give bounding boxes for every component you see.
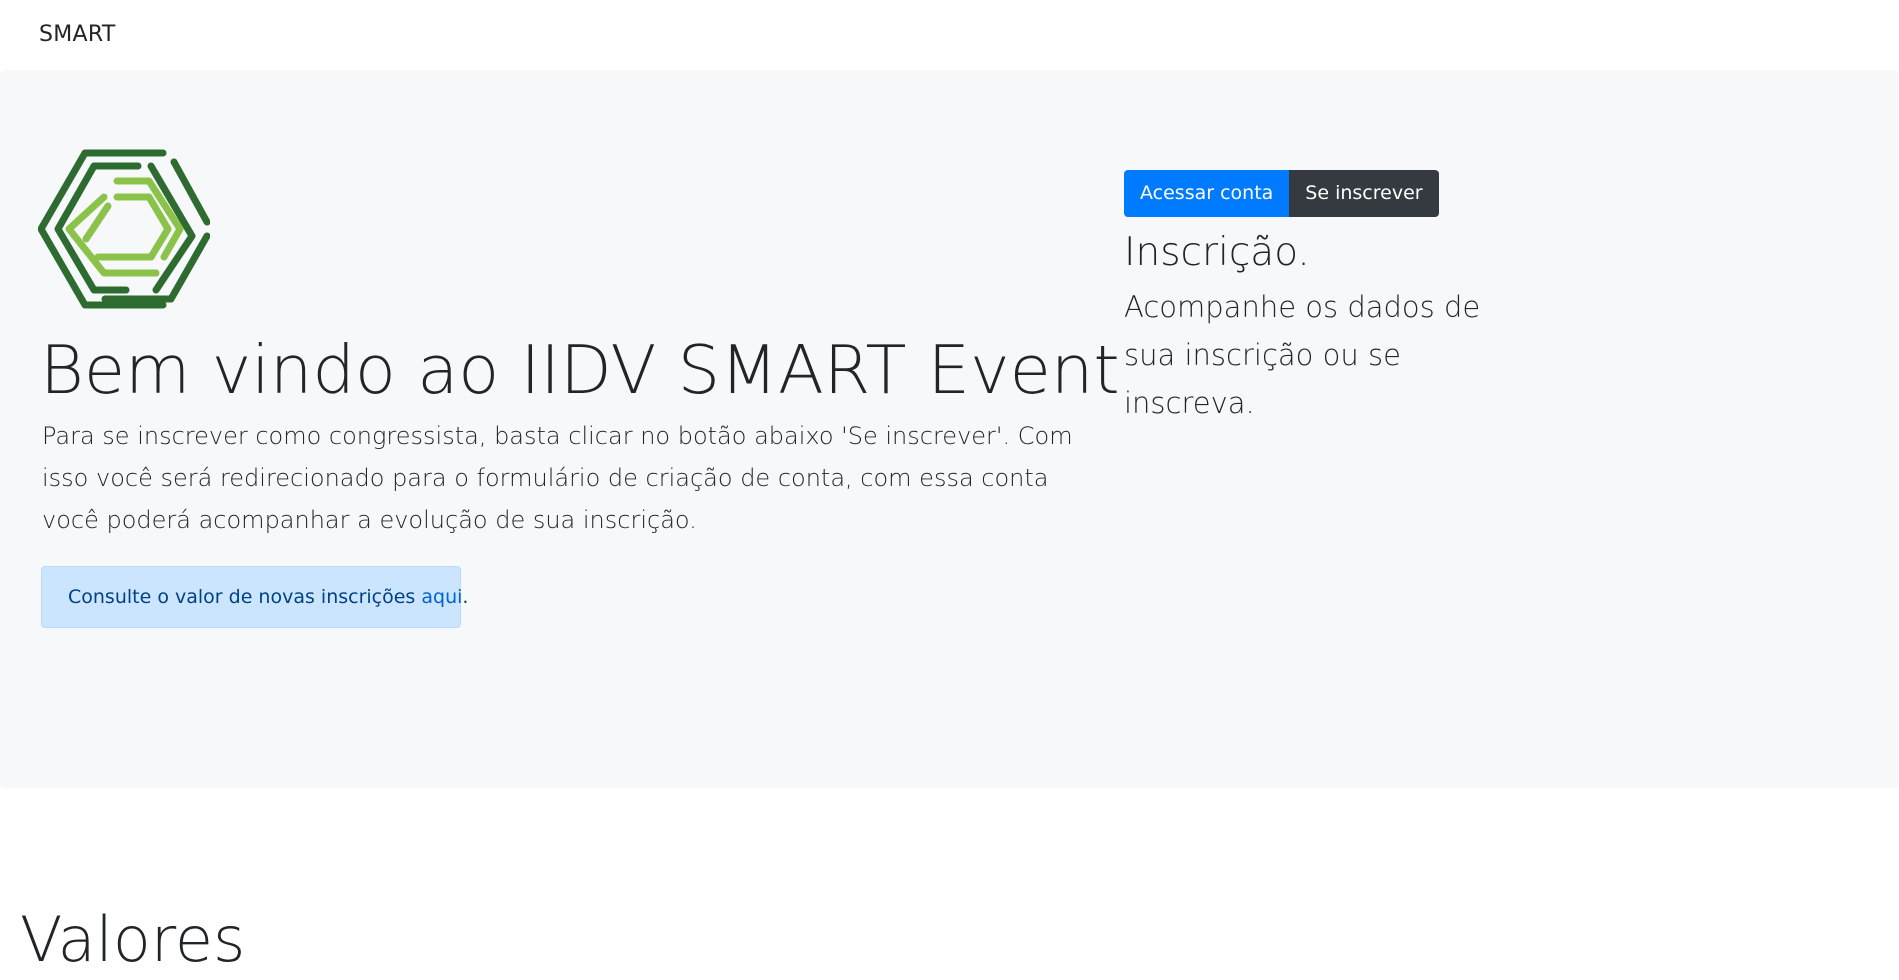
page-title: Bem vindo ao IIDV SMART Event [40, 331, 1120, 409]
price-info-alert: Consulte o valor de novas inscrições aqu… [41, 566, 468, 628]
hero-lead-text: Para se inscrever como congressista, bas… [42, 422, 1073, 534]
alert-suffix: . [462, 586, 469, 608]
prices-link[interactable]: aqui [421, 586, 462, 608]
registration-description: Acompanhe os dados de sua inscrição ou s… [1124, 290, 1481, 420]
navbar-brand[interactable]: SMART [39, 22, 116, 47]
register-button[interactable]: Se inscrever [1289, 170, 1439, 217]
account-button-group: Acessar conta Se inscrever [1124, 170, 1439, 217]
hexagon-maze-logo-icon [38, 149, 210, 309]
registration-title: Inscrição. [1124, 230, 1310, 275]
section-title-values: Valores [20, 903, 246, 976]
navbar: SMART [0, 0, 1899, 70]
login-button[interactable]: Acessar conta [1124, 170, 1290, 217]
alert-text: Consulte o valor de novas inscrições [68, 586, 422, 608]
